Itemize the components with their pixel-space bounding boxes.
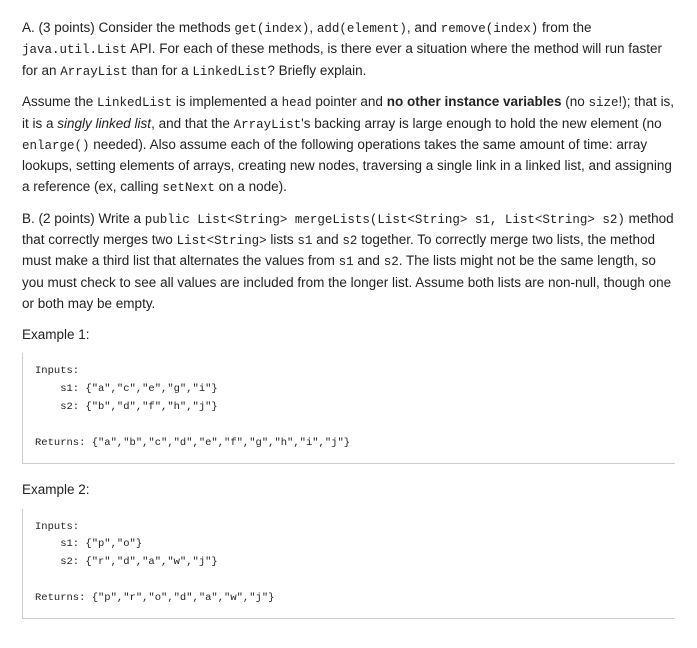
size-var: size bbox=[589, 96, 619, 110]
text: (no bbox=[562, 94, 589, 109]
text: on a node). bbox=[215, 179, 287, 194]
enlarge-call: enlarge() bbox=[22, 139, 90, 153]
example-2-label: Example 2: bbox=[22, 480, 675, 501]
text: and bbox=[354, 253, 384, 268]
example-1-label: Example 1: bbox=[22, 325, 675, 346]
text: and bbox=[312, 232, 342, 247]
text: B. (2 points) Write a bbox=[22, 211, 145, 226]
text: 's backing array is large enough to hold… bbox=[301, 116, 662, 131]
text: needed). Also assume each of the followi… bbox=[22, 137, 672, 194]
arraylist: ArrayList bbox=[234, 118, 302, 132]
method-remove: remove(index) bbox=[441, 22, 539, 36]
part-a-prefix: A. (3 points) Consider the methods bbox=[22, 20, 234, 35]
part-a-paragraph: A. (3 points) Consider the methods get(i… bbox=[22, 18, 675, 82]
text: from the bbox=[538, 20, 591, 35]
sep: , bbox=[309, 20, 317, 35]
text: ? Briefly explain. bbox=[267, 63, 366, 78]
method-add: add(element) bbox=[317, 22, 407, 36]
text: lists bbox=[267, 232, 298, 247]
text: Assume the bbox=[22, 94, 97, 109]
text: pointer and bbox=[312, 94, 387, 109]
text: is implemented a bbox=[172, 94, 282, 109]
linkedlist: LinkedList bbox=[192, 65, 267, 79]
var-s1: s1 bbox=[339, 255, 354, 269]
text: , and that the bbox=[151, 116, 234, 131]
bold-text: no other instance variables bbox=[387, 94, 562, 109]
head-ptr: head bbox=[282, 96, 312, 110]
linkedlist: LinkedList bbox=[97, 96, 172, 110]
example-2-code: Inputs: s1: {"p","o"} s2: {"r","d","a","… bbox=[22, 509, 675, 619]
method-signature: public List<String> mergeLists(List<Stri… bbox=[145, 213, 625, 227]
setnext-call: setNext bbox=[162, 181, 215, 195]
arraylist: ArrayList bbox=[60, 65, 128, 79]
var-s2: s2 bbox=[342, 234, 357, 248]
var-s2: s2 bbox=[384, 255, 399, 269]
var-s1: s1 bbox=[297, 234, 312, 248]
method-get: get(index) bbox=[234, 22, 309, 36]
part-b-paragraph: B. (2 points) Write a public List<String… bbox=[22, 209, 675, 315]
api-name: java.util.List bbox=[22, 43, 127, 57]
sep: , and bbox=[407, 20, 441, 35]
italic-text: singly linked list bbox=[57, 116, 151, 131]
sep: than for a bbox=[128, 63, 193, 78]
example-1-code: Inputs: s1: {"a","c","e","g","i"} s2: {"… bbox=[22, 353, 675, 463]
assume-paragraph: Assume the LinkedList is implemented a h… bbox=[22, 92, 675, 198]
list-string: List<String> bbox=[177, 234, 267, 248]
